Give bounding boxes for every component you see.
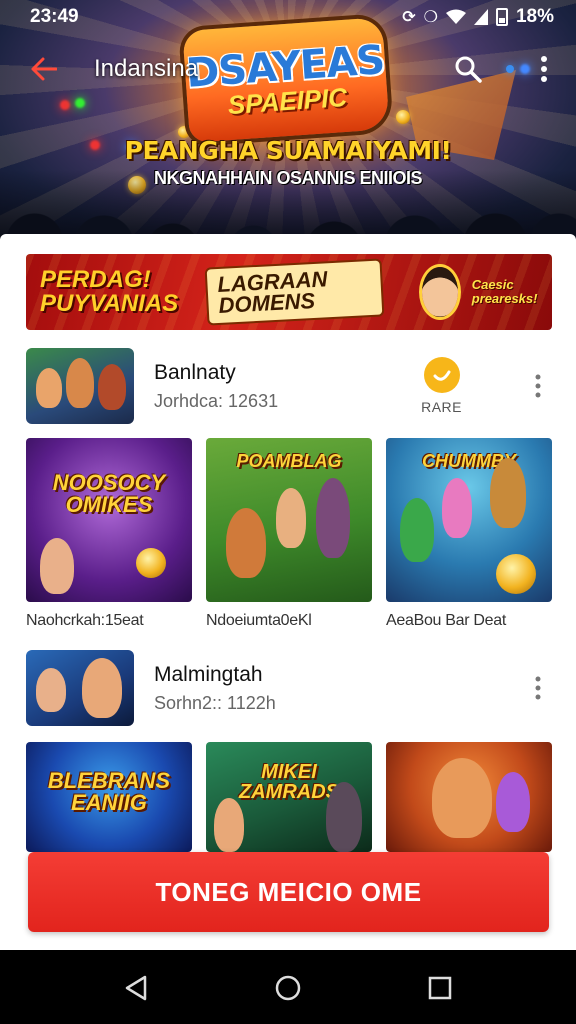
coin-icon [396, 110, 410, 124]
character-figure [432, 758, 492, 838]
item-more-button[interactable] [524, 368, 552, 404]
promo-banner-right-text: Caesic prearesks! [471, 276, 538, 306]
nav-home-icon [275, 975, 301, 1001]
coin-icon [496, 554, 536, 594]
nav-recents-icon [428, 976, 452, 1000]
more-vert-icon [541, 56, 547, 82]
app-thumbnail [26, 650, 134, 726]
app-list-item[interactable]: Banlnaty Jorhdca: 12631 RARE [26, 348, 552, 424]
coin-icon [136, 548, 166, 578]
nav-recents-button[interactable] [410, 958, 470, 1018]
character-figure [40, 538, 74, 594]
character-figure [496, 772, 530, 832]
character-figure [276, 488, 306, 548]
character-figure [82, 658, 122, 718]
party-light [75, 98, 85, 108]
card-art-text: BLEBRANS EANIIG [47, 768, 171, 815]
game-card-image: BLEBRANS EANIIG [26, 742, 192, 852]
game-card[interactable]: BLEBRANS EANIIG [26, 742, 192, 852]
app-name: Malmingtah [154, 662, 263, 686]
app-thumbnail [26, 348, 134, 424]
character-figure [66, 358, 94, 408]
card-art-text: POAMBLAG [236, 451, 342, 471]
nav-back-button[interactable] [106, 958, 166, 1018]
game-card-title: Naohcrkah:15eat [26, 612, 144, 629]
app-bar: Indansina [0, 44, 576, 94]
character-figure [226, 508, 266, 578]
character-figure [36, 668, 66, 712]
character-avatar [421, 267, 458, 317]
game-card-grid: NOOSOCY OMIKES Naohcrkah:15eat POAMBLAG … [26, 438, 552, 630]
game-card-image [386, 742, 552, 852]
game-card-image: NOOSOCY OMIKES [26, 438, 192, 602]
back-button[interactable] [20, 45, 68, 93]
search-button[interactable] [448, 49, 488, 89]
game-card-image: CHUMMBY [386, 438, 552, 602]
app-meta: Jorhdca: 12631 [154, 390, 279, 411]
more-vert-icon [535, 374, 541, 398]
character-figure [98, 364, 126, 410]
game-card[interactable]: NOOSOCY OMIKES Naohcrkah:15eat [26, 438, 192, 630]
rarity-badge-label: RARE [421, 399, 462, 415]
hero-subline: NKGNAHHAIN OSANNIS ENIIOIS [153, 168, 423, 188]
game-card-image: POAMBLAG [206, 438, 372, 602]
hero-headline: PEANGHA SUAMAIYAMI! [124, 136, 452, 165]
promo-banner[interactable]: PERDAG! PUYVANIAS LAGRAAN DOMENS Caesic … [26, 254, 552, 330]
notification-icon: ❍ [423, 9, 438, 26]
character-figure [214, 798, 244, 852]
overflow-menu-button[interactable] [532, 49, 556, 89]
nav-home-button[interactable] [258, 958, 318, 1018]
game-card-image: MIKEI ZAMRADS [206, 742, 372, 852]
rarity-badge: RARE [421, 357, 462, 415]
back-arrow-icon [31, 57, 57, 81]
item-more-button[interactable] [524, 670, 552, 706]
promo-banner-mid-text: LAGRAAN DOMENS [206, 260, 383, 324]
character-figure [36, 368, 62, 408]
primary-cta-button[interactable]: TONEG MEICIO OME [28, 852, 549, 932]
game-card[interactable]: MIKEI ZAMRADS [206, 742, 372, 852]
game-card[interactable]: POAMBLAG Ndoeiumta0eKl [206, 438, 372, 630]
game-card-title: AeaBou Bar Deat [386, 612, 507, 629]
card-art-text: NOOSOCY OMIKES [52, 470, 166, 517]
party-light [60, 100, 70, 110]
game-card-grid: BLEBRANS EANIIG MIKEI ZAMRADS [26, 742, 552, 852]
character-figure [316, 478, 350, 558]
clock-icon [423, 357, 460, 393]
sync-icon: ⟳ [402, 9, 416, 26]
hero-banner: DSAYEAS SPAEIPIC PEANGHA SUAMAIYAMI! NKG… [0, 0, 576, 250]
cell-signal-icon [473, 9, 488, 25]
search-icon [455, 56, 482, 83]
app-actions [448, 49, 556, 89]
app-info: Banlnaty Jorhdca: 12631 [154, 361, 278, 412]
more-vert-icon [535, 676, 541, 700]
app-meta: Sorhn2:: 1122h [154, 692, 276, 713]
status-icons: ⟳ ❍ 18% [402, 6, 554, 28]
card-art-text: CHUMMBY [422, 451, 516, 471]
promo-banner-left-text: PERDAG! PUYVANIAS [40, 266, 179, 317]
game-card-title: Ndoeiumta0eKl [206, 612, 312, 629]
nav-back-icon [125, 975, 147, 1001]
app-info: Malmingtah Sorhn2:: 1122h [154, 663, 276, 714]
status-time: 23:49 [30, 6, 79, 27]
character-figure [400, 498, 434, 562]
game-card[interactable] [386, 742, 552, 852]
app-list-item[interactable]: Malmingtah Sorhn2:: 1122h [26, 650, 552, 726]
system-nav-bar [0, 952, 576, 1024]
character-figure [326, 782, 362, 852]
app-title: Indansina [94, 55, 199, 82]
character-figure [490, 458, 526, 528]
status-bar: 23:49 ⟳ ❍ 18% [0, 0, 576, 34]
wifi-icon [445, 9, 466, 24]
battery-percent: 18% [515, 6, 554, 27]
character-figure [442, 478, 472, 538]
game-card[interactable]: CHUMMBY AeaBou Bar Deat [386, 438, 552, 630]
content-sheet: PERDAG! PUYVANIAS LAGRAAN DOMENS Caesic … [0, 234, 576, 950]
app-name: Banlnaty [154, 360, 236, 384]
notification-dot [506, 65, 514, 73]
battery-icon [495, 8, 508, 26]
